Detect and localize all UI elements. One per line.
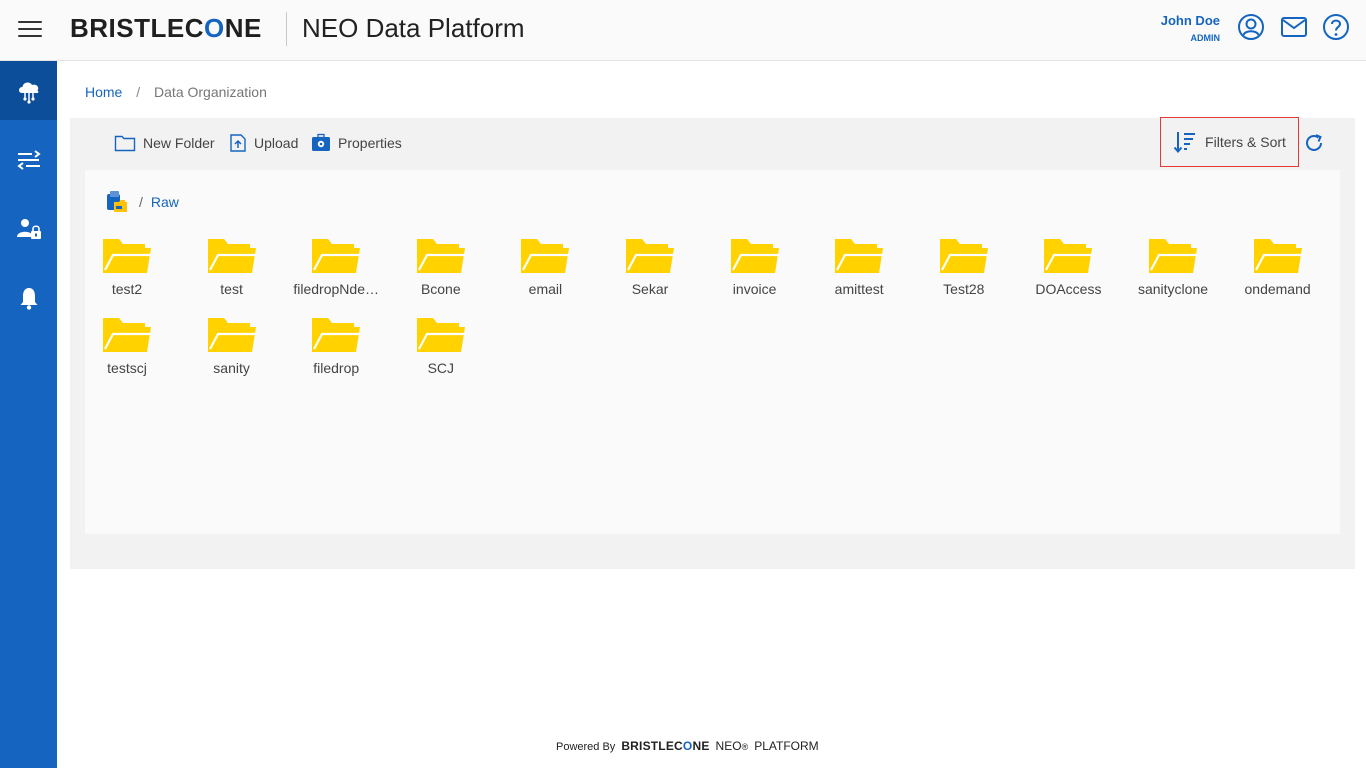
menu-icon[interactable] [18,21,42,39]
folder-item[interactable]: email [493,236,597,297]
folder-item[interactable]: Test28 [912,236,1016,297]
folder-icon [626,239,674,273]
folder-label: DOAccess [1035,281,1102,297]
folder-icon [207,239,256,273]
cloud-network-icon [18,82,38,104]
folder-icon [1149,239,1197,273]
folder-item[interactable]: test2 [75,236,179,297]
filters-sort-label: Filters & Sort [1205,134,1286,150]
folder-label: filedrop [313,360,360,376]
folder-label: invoice [732,281,777,297]
folder-icon [835,239,884,273]
filters-sort-button[interactable]: Filters & Sort [1160,117,1299,167]
sidebar-item-pipelines[interactable] [0,130,57,189]
folder-label: sanity [213,360,250,376]
folder-icon [416,318,465,352]
folder-icon [416,239,465,273]
breadcrumb-home[interactable]: Home [85,84,122,100]
folder-item[interactable]: DOAccess [1016,236,1120,297]
properties-icon [312,133,330,151]
folder-outline-icon [114,135,136,152]
breadcrumb-separator: / [136,84,141,100]
user-info: John Doe ADMIN [1161,13,1220,43]
sidebar-item-data-organization[interactable] [0,61,57,120]
folder-item[interactable]: test [180,236,284,297]
folder-label: Test28 [943,281,985,297]
folder-item[interactable]: testscj [75,315,179,376]
folder-icon [103,239,151,273]
folder-icon [730,239,779,273]
folder-label: testscj [107,360,147,376]
footer-neo: NEO [715,739,742,753]
folder-item[interactable]: filedropNde… [284,236,388,297]
path-separator: / [139,194,143,210]
folder-path: / Raw [105,190,179,214]
folder-icon [939,239,988,273]
help-icon[interactable] [1322,13,1350,41]
folder-label: amittest [834,281,884,297]
folder-icon [312,239,361,273]
footer: Powered By BRISTLECONE NEO ® PLATFORM [556,739,819,753]
folder-item[interactable]: Sekar [598,236,702,297]
user-role: ADMIN [1190,33,1221,43]
upload-button[interactable]: Upload [229,133,298,153]
footer-brand-logo: BRISTLECONE [621,739,710,753]
properties-label: Properties [338,134,402,151]
folder-item[interactable]: SCJ [389,315,493,376]
footer-registered-mark: ® [741,742,749,752]
header-divider [286,12,287,46]
folder-label: ondemand [1244,281,1311,297]
folder-label: test [220,281,243,297]
mail-icon[interactable] [1280,13,1308,41]
folder-item[interactable]: amittest [807,236,911,297]
folder-icon [1253,239,1302,273]
folder-icon [207,318,256,352]
properties-button[interactable]: Properties [311,133,402,152]
root-folder-icon[interactable] [105,190,129,214]
folder-icon [103,318,151,352]
folder-item[interactable]: sanity [180,315,284,376]
folder-item[interactable]: Bcone [389,236,493,297]
user-lock-icon [16,218,41,239]
upload-icon [230,134,246,152]
breadcrumb: Home / Data Organization [85,84,267,100]
pipeline-icon [16,149,41,170]
new-folder-label: New Folder [143,135,215,151]
folder-icon [312,318,361,352]
path-current[interactable]: Raw [151,194,179,210]
profile-icon[interactable] [1237,13,1265,41]
sidebar [0,61,57,768]
folder-label: Bcone [420,281,461,297]
sidebar-item-user-access[interactable] [0,199,57,258]
folder-icon [521,239,570,273]
folder-label: filedropNde… [293,281,379,297]
footer-platform: PLATFORM [754,739,819,753]
folder-label: test2 [111,281,143,297]
bristlecone-logo: BRISTLECONE [70,13,262,43]
folder-item[interactable]: filedrop [284,315,388,376]
new-folder-button[interactable]: New Folder [114,134,215,152]
folder-label: Sekar [631,281,669,297]
breadcrumb-current: Data Organization [154,84,267,100]
folder-label: sanityclone [1137,281,1209,297]
folder-grid-area: / Raw test2 test filedropNde… Bcone email Sek… [85,170,1340,534]
folder-item[interactable]: sanityclone [1121,236,1225,297]
folder-item[interactable]: invoice [703,236,807,297]
folder-label: email [528,281,563,297]
app-header: BRISTLECONE NEO Data Platform John Doe A… [0,0,1366,61]
app-title: NEO Data Platform [302,13,525,43]
upload-label: Upload [254,135,299,151]
folder-label: SCJ [427,360,455,376]
refresh-icon[interactable] [1303,132,1325,154]
sidebar-item-notifications[interactable] [0,268,57,327]
file-browser-panel: New Folder Upload Properties Filters & S… [70,117,1355,569]
folder-icon [1044,239,1093,273]
footer-powered-by: Powered By [556,741,616,753]
user-name: John Doe [1160,13,1220,28]
folder-item[interactable]: ondemand [1226,236,1330,297]
bell-icon [20,287,37,310]
sort-icon [1173,132,1196,154]
